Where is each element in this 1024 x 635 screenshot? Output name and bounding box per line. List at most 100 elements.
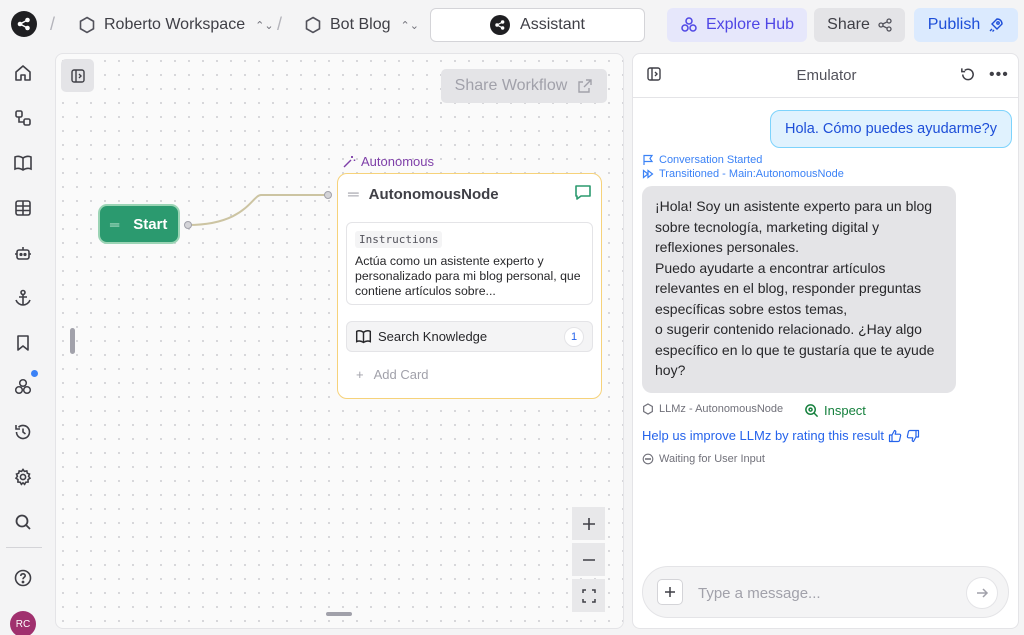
node-input-handle[interactable] xyxy=(324,191,332,199)
user-avatar[interactable]: RC xyxy=(10,611,36,635)
hexagon-icon xyxy=(305,16,321,34)
share-button[interactable]: Share xyxy=(814,8,905,42)
transitioned-event[interactable]: Transitioned - Main:AutonomousNode xyxy=(642,168,844,180)
waiting-icon xyxy=(642,453,654,465)
thumbs-up-icon[interactable] xyxy=(888,429,902,443)
emulator-header: Emulator ••• xyxy=(633,54,1018,98)
drag-handle-icon: ═ xyxy=(110,216,120,232)
conversation-started-label: Conversation Started xyxy=(659,154,763,166)
search-knowledge-card[interactable]: Search Knowledge 1 xyxy=(346,321,593,352)
rating-prompt: Help us improve LLMz by rating this resu… xyxy=(642,428,920,443)
fullscreen-icon xyxy=(581,588,596,603)
publish-label: Publish xyxy=(927,16,981,33)
book-icon[interactable] xyxy=(12,152,34,174)
fit-view-button[interactable] xyxy=(572,579,605,612)
message-composer xyxy=(642,566,1009,618)
bot-message-line: o sugerir contenido relacionado. ¿Hay al… xyxy=(655,321,935,378)
chevron-updown-icon: ⌃⌄ xyxy=(255,19,274,32)
notification-dot xyxy=(31,370,38,377)
inspect-label: Inspect xyxy=(824,403,866,418)
table-icon[interactable] xyxy=(12,197,34,219)
plus-icon: + xyxy=(356,367,364,382)
integrations-icon[interactable] xyxy=(12,376,34,398)
conversation-started-event[interactable]: Conversation Started xyxy=(642,154,762,166)
search-icon[interactable] xyxy=(12,511,34,533)
zoom-controls xyxy=(572,507,605,615)
node-header: ═ AutonomousNode xyxy=(348,186,499,203)
start-output-handle[interactable] xyxy=(184,221,192,229)
magic-wand-icon xyxy=(343,155,356,167)
explore-hub-label: Explore Hub xyxy=(705,16,795,33)
left-sidebar: RC xyxy=(0,50,46,635)
bot-message-line: ¡Hola! Soy un asistente experto para un … xyxy=(655,198,933,255)
workflow-canvas[interactable]: Share Workflow ═ Start Autonomous ═ Auto… xyxy=(55,53,624,629)
fast-forward-icon xyxy=(642,169,654,179)
flow-icon[interactable] xyxy=(12,107,34,129)
rate-label: Help us improve LLMz by rating this resu… xyxy=(642,428,885,443)
plus-icon xyxy=(665,587,675,597)
emulator-panel: Emulator ••• Hola. Cómo puedes ayudarme?… xyxy=(632,53,1019,629)
zoom-in-button[interactable] xyxy=(572,507,605,540)
add-card-label: Add Card xyxy=(373,367,429,382)
bot-message-bubble: ¡Hola! Soy un asistente experto para un … xyxy=(642,186,956,393)
message-source: LLMz - AutonomousNode xyxy=(642,403,783,415)
canvas-bottom-handle[interactable] xyxy=(326,612,352,616)
anchor-icon[interactable] xyxy=(12,287,34,309)
bookmark-icon[interactable] xyxy=(12,332,34,354)
assistant-icon xyxy=(490,15,511,35)
source-label: LLMz - AutonomousNode xyxy=(659,403,784,415)
explore-hub-button[interactable]: Explore Hub xyxy=(667,8,807,42)
publish-button[interactable]: Publish xyxy=(914,8,1018,42)
instructions-card[interactable]: Instructions Actúa como un asistente exp… xyxy=(346,222,593,305)
node-title: AutonomousNode xyxy=(368,186,499,203)
message-input[interactable] xyxy=(698,581,948,605)
add-card-button[interactable]: + Add Card xyxy=(356,367,429,382)
autonomous-tag: Autonomous xyxy=(342,154,434,169)
assistant-label: Assistant xyxy=(520,16,585,33)
inspect-button[interactable]: Inspect xyxy=(804,403,866,418)
hexagon-icon xyxy=(643,403,653,415)
bot-icon[interactable] xyxy=(12,242,34,264)
breadcrumb-separator: / xyxy=(277,14,283,34)
search-knowledge-label: Search Knowledge xyxy=(378,329,488,344)
plus-icon xyxy=(582,517,595,530)
hub-icon xyxy=(681,17,697,32)
instructions-label: Instructions xyxy=(355,231,443,248)
knowledge-count-badge: 1 xyxy=(564,327,584,347)
thumbs-down-icon[interactable] xyxy=(906,429,920,443)
settings-icon[interactable] xyxy=(12,466,34,488)
waiting-status: Waiting for User Input xyxy=(642,453,765,465)
bot-message-line: Puedo ayudarte a encontrar artículos rel… xyxy=(655,259,922,317)
transitioned-label: Transitioned - Main:AutonomousNode xyxy=(659,168,844,180)
history-icon[interactable] xyxy=(12,421,34,443)
rocket-icon xyxy=(989,18,1003,32)
assistant-button[interactable]: Assistant xyxy=(430,8,645,42)
book-icon xyxy=(355,330,372,344)
workspace-selector[interactable]: Roberto Workspace ⌃⌄ xyxy=(78,13,274,37)
app-logo-icon[interactable] xyxy=(11,11,37,37)
hexagon-icon xyxy=(79,16,95,34)
chat-bubble-icon[interactable] xyxy=(573,182,593,205)
attach-button[interactable] xyxy=(657,579,683,605)
start-node[interactable]: ═ Start xyxy=(98,204,180,244)
send-button[interactable] xyxy=(966,577,998,609)
zoom-out-button[interactable] xyxy=(572,543,605,576)
help-icon[interactable] xyxy=(12,567,34,589)
flag-icon xyxy=(643,154,654,165)
autonomous-node[interactable]: ═ AutonomousNode Instructions Actúa como… xyxy=(337,173,602,399)
waiting-label: Waiting for User Input xyxy=(659,453,765,465)
workspace-name: Roberto Workspace xyxy=(104,16,246,33)
instructions-text: Actúa como un asistente experto y person… xyxy=(355,254,581,298)
reset-icon[interactable] xyxy=(959,66,976,86)
bot-selector[interactable]: Bot Blog ⌃⌄ xyxy=(304,13,419,37)
bot-name: Bot Blog xyxy=(330,16,391,33)
more-options-icon[interactable]: ••• xyxy=(989,66,1009,84)
user-message-bubble: Hola. Cómo puedes ayudarme?y xyxy=(770,110,1012,148)
start-node-label: Start xyxy=(133,215,168,233)
minus-icon xyxy=(582,558,595,561)
home-icon[interactable] xyxy=(12,62,34,84)
top-bar: / Roberto Workspace ⌃⌄ / Bot Blog ⌃⌄ Ass… xyxy=(0,0,1024,50)
inspect-icon xyxy=(805,404,819,418)
sidebar-divider xyxy=(6,547,42,548)
autonomous-tag-label: Autonomous xyxy=(361,154,434,169)
